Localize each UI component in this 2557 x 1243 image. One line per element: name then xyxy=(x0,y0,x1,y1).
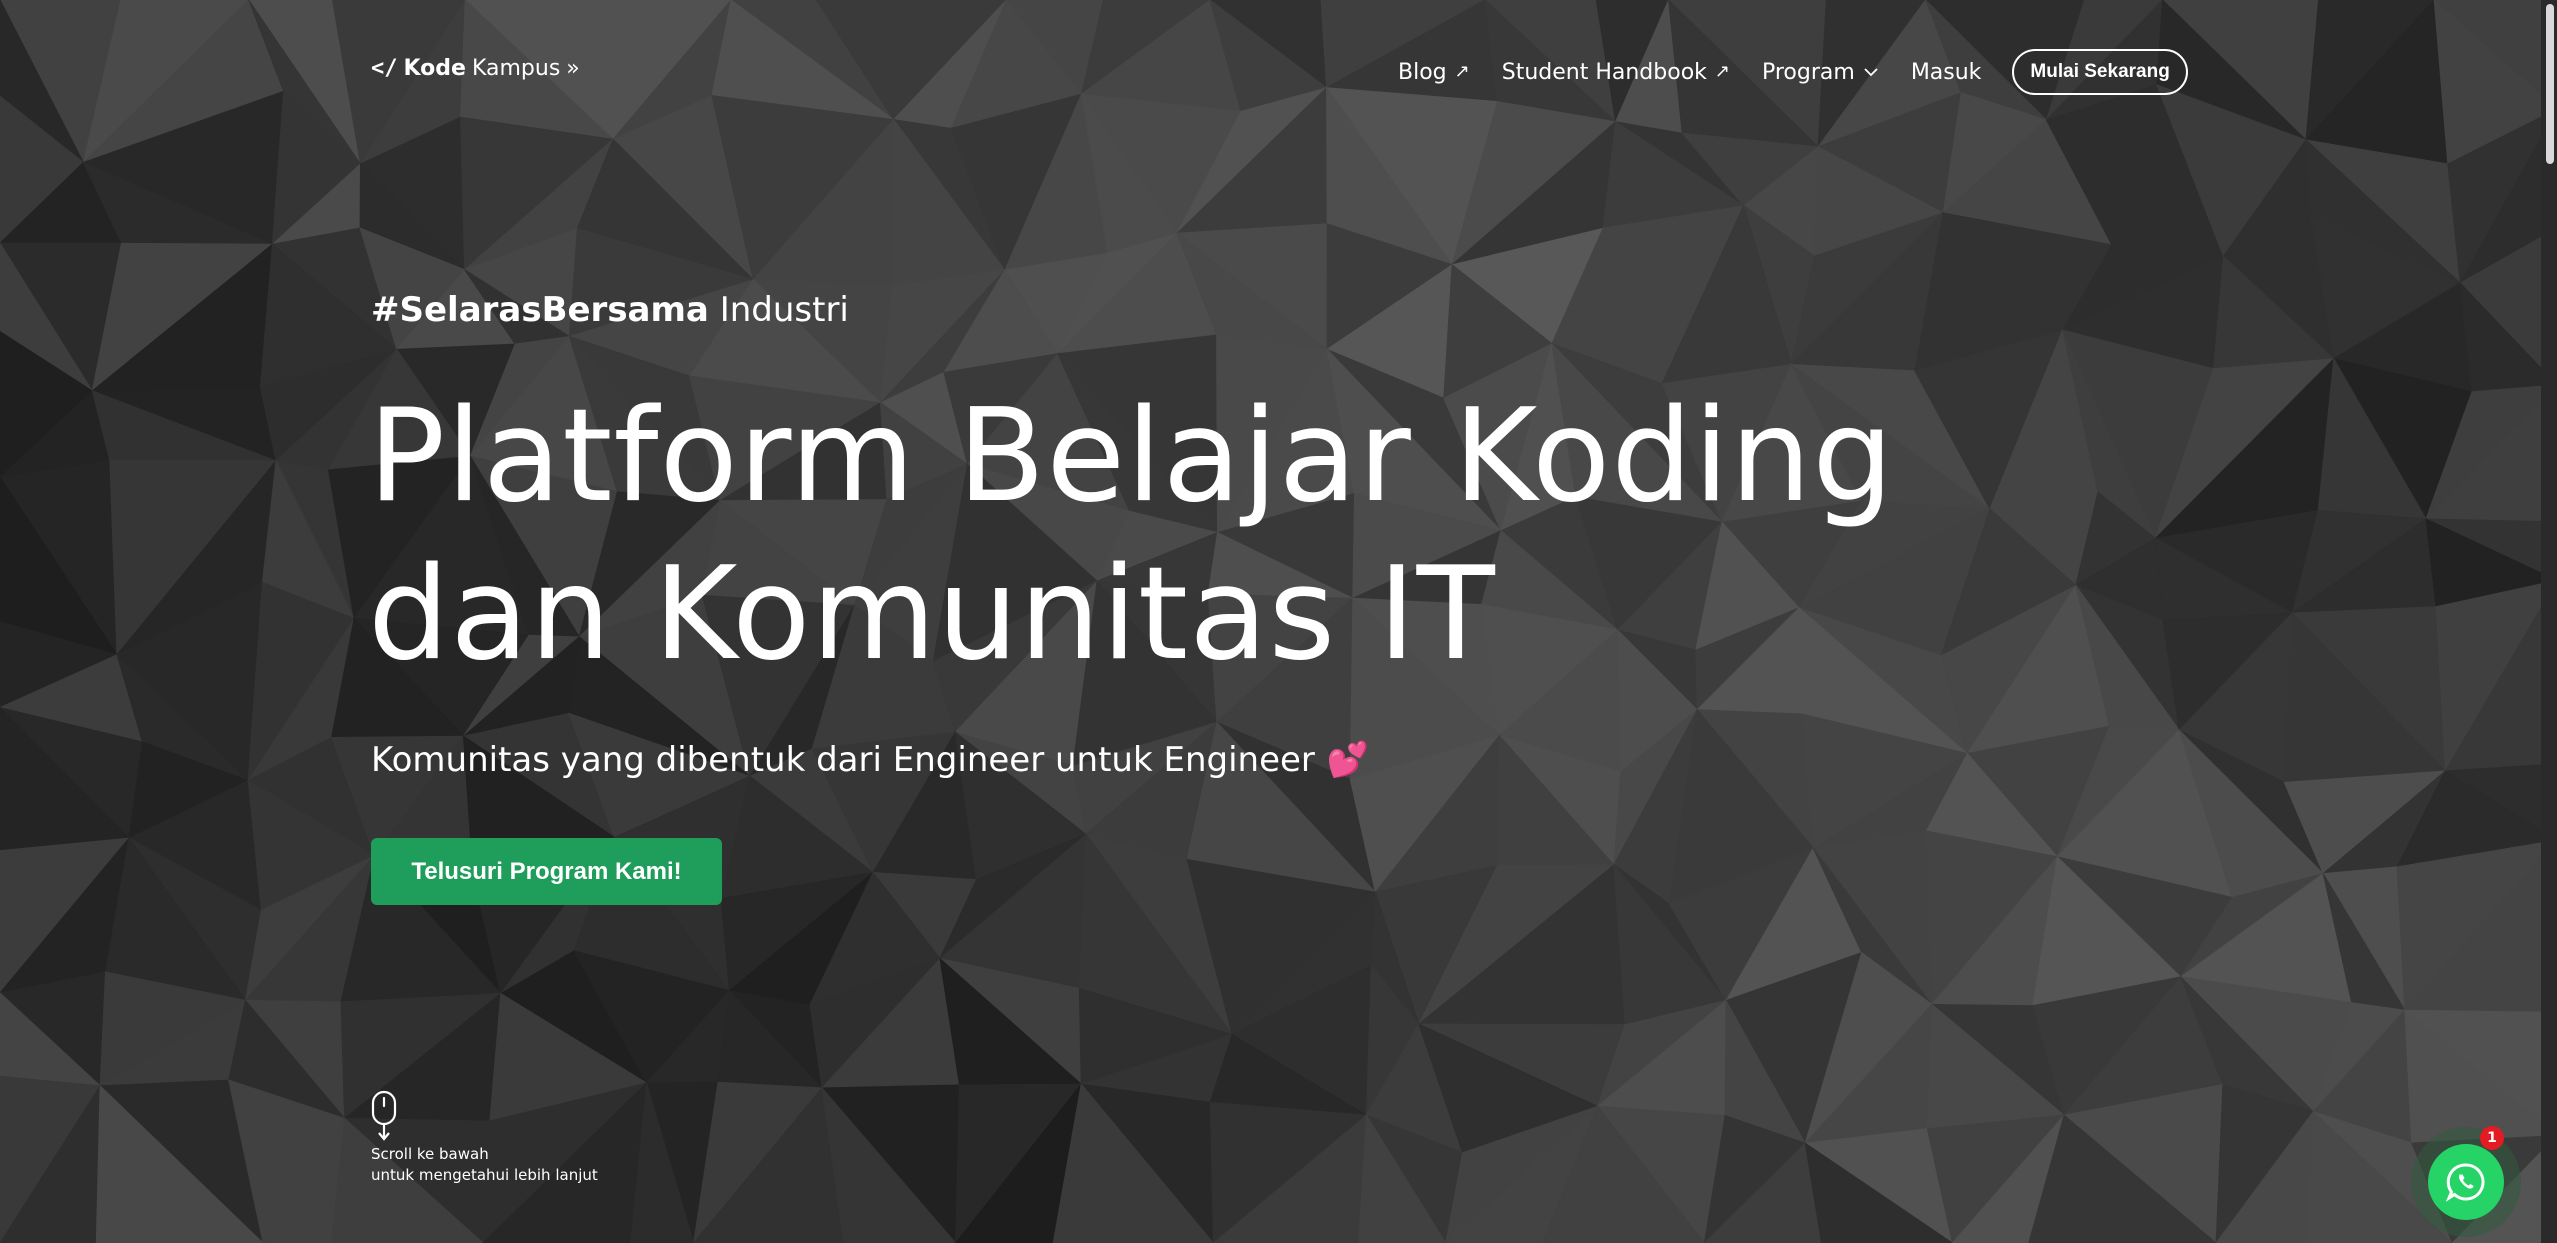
tagline-rest: Industri xyxy=(719,290,849,330)
nav-blog[interactable]: Blog ↗ xyxy=(1398,60,1470,85)
chevron-down-icon xyxy=(1864,68,1878,77)
nav-handbook-label: Student Handbook xyxy=(1501,59,1707,85)
whatsapp-button[interactable] xyxy=(2428,1144,2504,1220)
whatsapp-icon xyxy=(2445,1163,2485,1202)
tagline-hashtag: #SelarasBersama xyxy=(371,290,709,330)
nav-masuk[interactable]: Masuk xyxy=(1911,60,1982,85)
scroll-hint-line-2: untuk mengetahui lebih lanjut xyxy=(371,1166,598,1184)
subtitle-text: Komunitas yang dibentuk dari Engineer un… xyxy=(371,740,1315,780)
site-header: </ Kode Kampus » Blog ↗ Student Handbook… xyxy=(0,0,2557,140)
headline-line-1: Platform Belajar Koding xyxy=(368,382,1895,531)
explore-programs-button[interactable]: Telusuri Program Kami! xyxy=(371,838,722,905)
scroll-hint: Scroll ke bawah untuk mengetahui lebih l… xyxy=(371,1090,598,1186)
mulai-sekarang-button[interactable]: Mulai Sekarang xyxy=(2012,49,2188,95)
logo-kode: Kode xyxy=(403,56,466,81)
external-arrow-icon: ↗ xyxy=(1714,61,1730,82)
two-hearts-icon: 💕 xyxy=(1326,740,1370,780)
hero-tagline: #SelarasBersama Industri xyxy=(371,290,849,330)
scrollbar[interactable] xyxy=(2541,0,2557,1243)
code-bracket-icon: </ xyxy=(371,56,398,81)
logo-chevron-icon: » xyxy=(566,56,580,81)
whatsapp-widget xyxy=(2411,1127,2521,1237)
mouse-scroll-icon xyxy=(371,1090,397,1141)
nav-blog-label: Blog xyxy=(1398,59,1447,85)
scrollbar-thumb[interactable] xyxy=(2546,4,2554,164)
hero-headline: Platform Belajar Koding dan Komunitas IT xyxy=(368,378,2168,694)
headline-line-2: dan Komunitas IT xyxy=(368,540,1496,689)
scroll-hint-line-1: Scroll ke bawah xyxy=(371,1145,489,1163)
logo-kampus: Kampus xyxy=(471,56,561,81)
nav-student-handbook[interactable]: Student Handbook ↗ xyxy=(1502,60,1730,85)
logo[interactable]: </ Kode Kampus » xyxy=(371,56,580,81)
external-arrow-icon: ↗ xyxy=(1454,61,1470,82)
hero-subtitle: Komunitas yang dibentuk dari Engineer un… xyxy=(371,740,1369,780)
nav-program-label: Program xyxy=(1761,59,1855,85)
notification-badge: 1 xyxy=(2480,1126,2504,1150)
main-nav: Blog ↗ Student Handbook ↗ Program Masuk … xyxy=(1398,48,2188,96)
nav-program-dropdown[interactable]: Program xyxy=(1762,60,1879,85)
